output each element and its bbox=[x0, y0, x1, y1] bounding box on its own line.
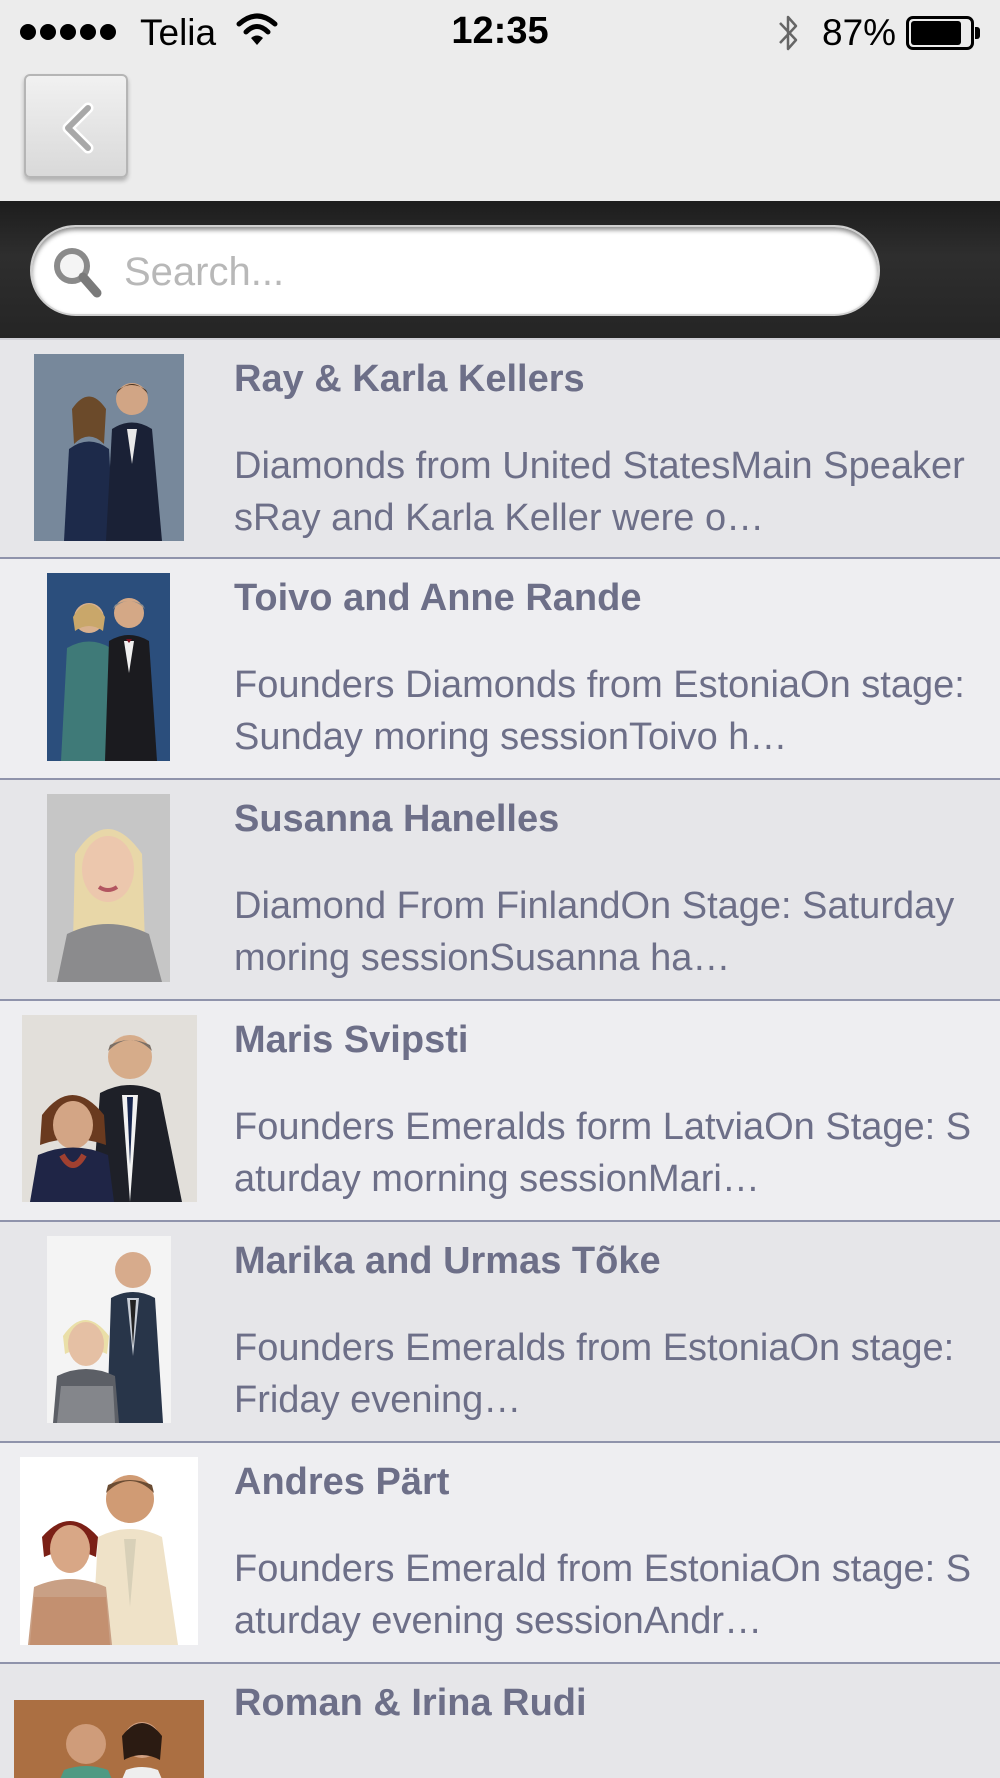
list-item-speaker[interactable]: Roman & Irina Rudi bbox=[0, 1664, 1000, 1778]
search-input[interactable] bbox=[124, 237, 854, 307]
speaker-description: Founders Emerald from EstoniaOn stage: S… bbox=[234, 1548, 972, 1642]
speaker-name: Ray & Karla Kellers bbox=[234, 358, 585, 400]
speaker-name: Roman & Irina Rudi bbox=[234, 1682, 587, 1724]
speaker-photo bbox=[22, 1015, 197, 1202]
chevron-left-icon bbox=[62, 102, 94, 154]
search-field[interactable] bbox=[30, 225, 880, 316]
status-bar: Telia 12:35 87% bbox=[0, 0, 1000, 64]
speaker-name: Toivo and Anne Rande bbox=[234, 577, 642, 619]
speaker-description: Diamonds from United StatesMain Speakers… bbox=[234, 445, 965, 539]
list-item-speaker[interactable]: Ray & Karla Kellers Diamonds from United… bbox=[0, 338, 1000, 559]
list-item-speaker[interactable]: Marika and Urmas Tõke Founders Emeralds … bbox=[0, 1222, 1000, 1443]
back-button[interactable] bbox=[24, 74, 128, 178]
navigation-bar bbox=[0, 64, 1000, 201]
speaker-name: Maris Svipsti bbox=[234, 1019, 469, 1061]
speaker-photo bbox=[47, 794, 170, 982]
speaker-photo bbox=[14, 1700, 204, 1778]
speaker-description: Founders Emeralds from EstoniaOn stage: … bbox=[234, 1327, 955, 1421]
search-icon bbox=[54, 248, 102, 298]
speaker-name: Andres Pärt bbox=[234, 1461, 450, 1503]
list-item-speaker[interactable]: Andres Pärt Founders Emerald from Estoni… bbox=[0, 1443, 1000, 1664]
speaker-name: Susanna Hanelles bbox=[234, 798, 560, 840]
speaker-description: Diamond From FinlandOn Stage: Saturday m… bbox=[234, 885, 955, 979]
speaker-name: Marika and Urmas Tõke bbox=[234, 1240, 661, 1282]
battery-icon bbox=[906, 16, 980, 50]
list-item-speaker[interactable]: Maris Svipsti Founders Emeralds form Lat… bbox=[0, 1001, 1000, 1222]
list-item-speaker[interactable]: Susanna Hanelles Diamond From FinlandOn … bbox=[0, 780, 1000, 1001]
list-item-speaker[interactable]: Toivo and Anne Rande Founders Diamonds f… bbox=[0, 559, 1000, 780]
speaker-list: Ray & Karla Kellers Diamonds from United… bbox=[0, 338, 1000, 1778]
speaker-description: Founders Emeralds form LatviaOn Stage: S… bbox=[234, 1106, 972, 1200]
speaker-photo bbox=[34, 354, 184, 541]
search-bar bbox=[0, 201, 1000, 338]
battery-percent: 87% bbox=[822, 12, 897, 53]
speaker-photo bbox=[20, 1457, 198, 1645]
speaker-photo bbox=[47, 573, 170, 761]
speaker-photo bbox=[47, 1236, 171, 1423]
bluetooth-icon bbox=[779, 15, 798, 51]
speaker-description: Founders Diamonds from EstoniaOn stage: … bbox=[234, 664, 965, 758]
